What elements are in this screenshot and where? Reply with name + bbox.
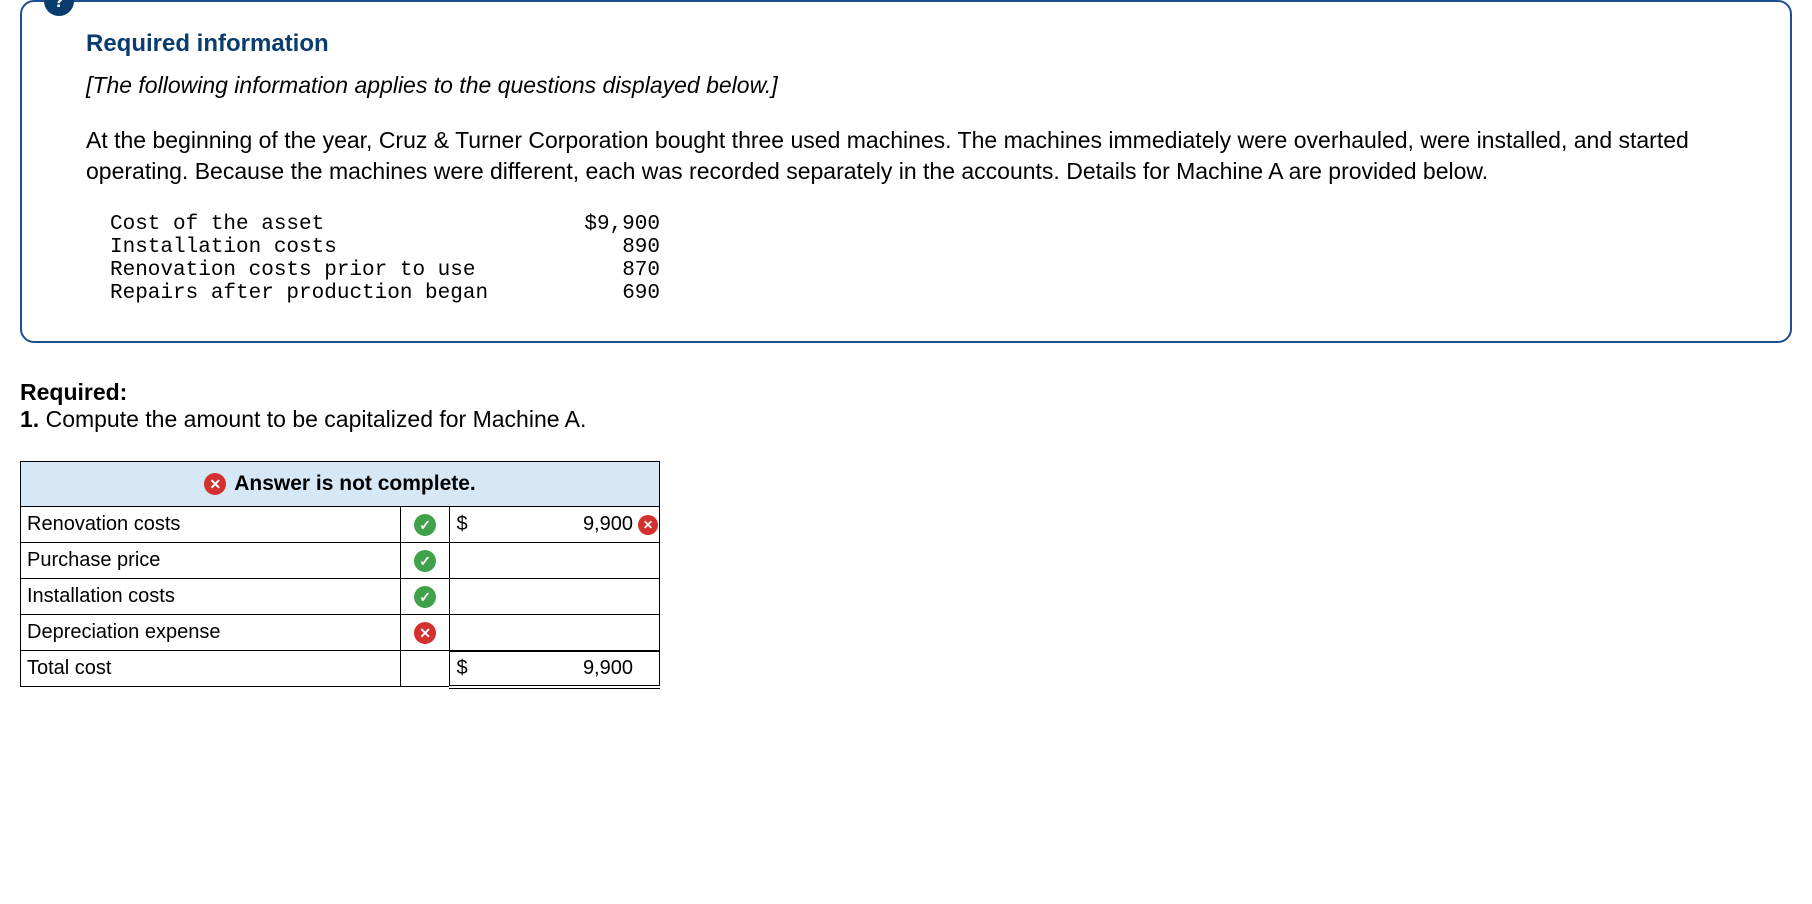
details-table: Cost of the asset $9,900 Installation co… (86, 213, 1726, 305)
detail-value: 870 (550, 259, 660, 282)
answer-section: ✕ Answer is not complete. Renovation cos… (20, 461, 660, 689)
check-icon: ✓ (414, 586, 436, 608)
table-row: Renovation costs prior to use 870 (110, 259, 1726, 282)
table-row: Repairs after production began 690 (110, 282, 1726, 305)
detail-label: Installation costs (110, 236, 550, 259)
currency-symbol: $ (450, 513, 472, 536)
currency-symbol: $ (450, 657, 472, 680)
answer-table: Renovation costs ✓ $ 9,900 ✕ Purchase pr… (20, 506, 660, 689)
required-heading: Required: (20, 379, 1792, 406)
row-label[interactable]: Renovation costs (21, 507, 401, 543)
info-box: Required information [The following info… (20, 0, 1792, 343)
table-row: Renovation costs ✓ $ 9,900 ✕ (21, 507, 660, 543)
table-row: Installation costs 890 (110, 236, 1726, 259)
detail-value: 890 (550, 236, 660, 259)
detail-label: Renovation costs prior to use (110, 259, 550, 282)
check-icon: ✓ (414, 514, 436, 536)
row-label[interactable]: Depreciation expense (21, 615, 401, 651)
row-mark-cell: ✓ (400, 543, 450, 579)
x-icon: ✕ (204, 473, 226, 495)
row-mark-cell: ✕ (400, 615, 450, 651)
row-mark-cell: ✓ (400, 507, 450, 543)
total-label: Total cost (21, 651, 401, 687)
row-label[interactable]: Purchase price (21, 543, 401, 579)
applies-note: [The following information applies to th… (86, 72, 1726, 99)
detail-label: Cost of the asset (110, 213, 550, 236)
detail-value: $9,900 (550, 213, 660, 236)
required-number: 1. (20, 406, 39, 432)
row-mark-cell: ✓ (400, 579, 450, 615)
table-row: Depreciation expense ✕ (21, 615, 660, 651)
required-info-title: Required information (86, 30, 1726, 58)
row-mark-cell (400, 651, 450, 687)
table-row: Installation costs ✓ (21, 579, 660, 615)
table-row: Purchase price ✓ (21, 543, 660, 579)
x-icon: ✕ (414, 622, 436, 644)
detail-label: Repairs after production began (110, 282, 550, 305)
table-row: Cost of the asset $9,900 (110, 213, 1726, 236)
problem-paragraph: At the beginning of the year, Cruz & Tur… (86, 125, 1726, 187)
amount-input[interactable]: 9,900 (472, 513, 637, 536)
detail-value: 690 (550, 282, 660, 305)
answer-banner: ✕ Answer is not complete. (20, 461, 660, 506)
check-icon: ✓ (414, 550, 436, 572)
total-amount: 9,900 (472, 657, 637, 680)
required-block: Required: 1. Compute the amount to be ca… (20, 379, 1792, 433)
row-label[interactable]: Installation costs (21, 579, 401, 615)
total-row: Total cost $ 9,900 (21, 651, 660, 687)
banner-text: Answer is not complete. (234, 472, 476, 496)
x-icon: ✕ (638, 515, 658, 535)
required-text: Compute the amount to be capitalized for… (39, 406, 586, 432)
